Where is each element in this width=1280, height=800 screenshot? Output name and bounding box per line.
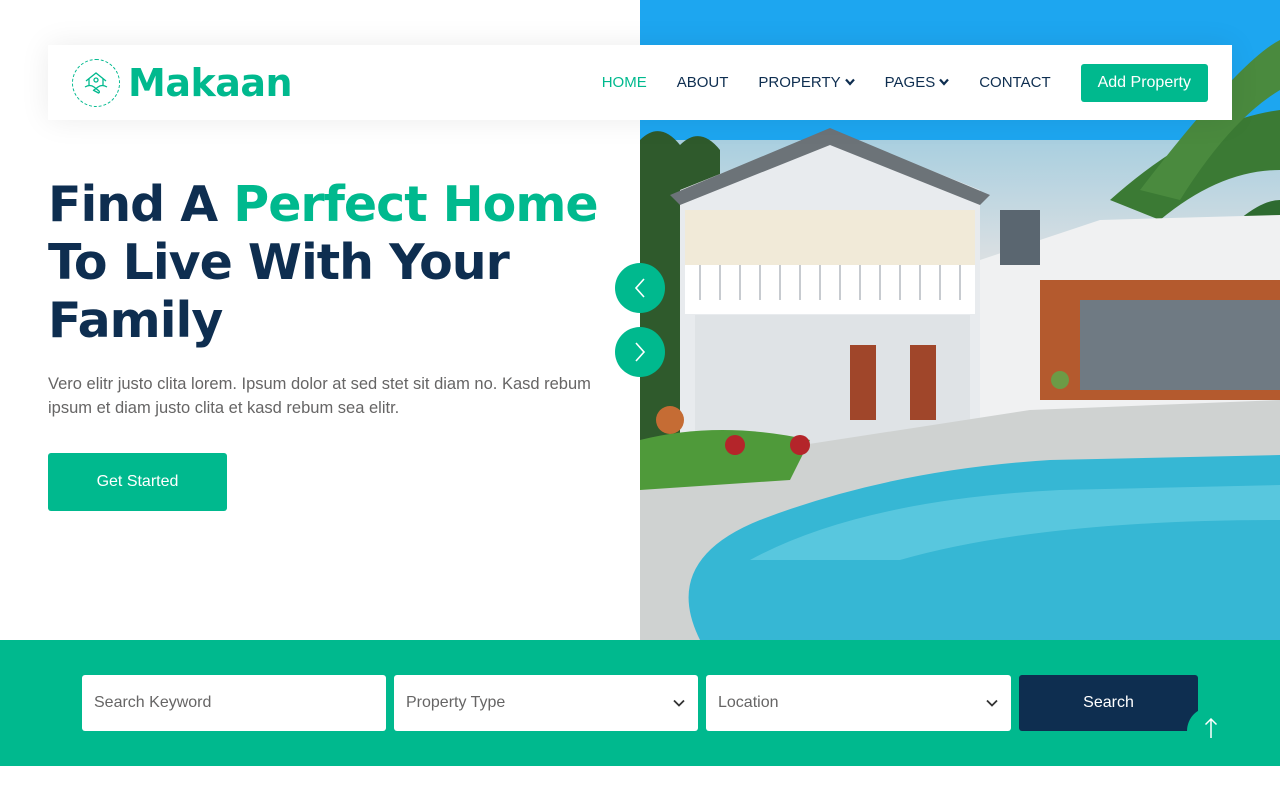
hero-description: Vero elitr justo clita lorem. Ipsum dolo…: [48, 375, 591, 417]
nav-pages-label: PAGES: [884, 74, 936, 91]
hero-title-part2: To Live With Your Family: [48, 234, 510, 349]
hero-title: Find A Perfect Home To Live With Your Fa…: [48, 176, 608, 350]
chevron-right-icon: [635, 342, 646, 362]
chevron-down-icon: [986, 699, 998, 707]
location-select[interactable]: Location: [706, 675, 1011, 731]
carousel-prev-button[interactable]: [615, 263, 665, 313]
search-keyword-input[interactable]: [94, 694, 374, 712]
arrow-up-icon: [1204, 717, 1218, 738]
hero-title-part1: Find A: [48, 176, 234, 233]
nav-contact[interactable]: CONTACT: [979, 74, 1050, 91]
nav-pages-dropdown[interactable]: PAGES: [885, 74, 950, 91]
nav-about[interactable]: ABOUT: [677, 74, 729, 91]
carousel-next-button[interactable]: [615, 327, 665, 377]
nav-property-dropdown[interactable]: PROPERTY: [758, 74, 855, 91]
property-type-select[interactable]: Property Type: [394, 675, 698, 731]
nav-links: HOME ABOUT PROPERTY PAGES CONTACT Add Pr…: [602, 63, 1208, 102]
navbar: Makaan HOME ABOUT PROPERTY PAGES CONTACT…: [48, 45, 1232, 120]
search-button[interactable]: Search: [1019, 675, 1198, 731]
brand-name: Makaan: [128, 60, 293, 105]
back-to-top-button[interactable]: [1187, 707, 1235, 755]
house-handshake-icon: [72, 58, 120, 107]
search-keyword-field[interactable]: [82, 675, 386, 731]
hero-title-accent: Perfect Home: [233, 176, 598, 233]
location-label: Location: [718, 694, 779, 711]
nav-home-label: HOME: [601, 74, 647, 91]
add-property-button[interactable]: Add Property: [1080, 63, 1208, 102]
nav-contact-label: CONTACT: [979, 74, 1051, 91]
property-type-label: Property Type: [406, 694, 506, 711]
get-started-button[interactable]: Get Started: [48, 453, 227, 511]
nav-home[interactable]: HOME: [602, 74, 647, 91]
nav-property-label: PROPERTY: [758, 74, 841, 91]
chevron-down-icon: [673, 699, 685, 707]
brand-logo[interactable]: Makaan: [72, 58, 293, 107]
chevron-down-icon: [844, 78, 855, 89]
nav-about-label: ABOUT: [676, 74, 729, 91]
chevron-left-icon: [634, 278, 645, 298]
chevron-down-icon: [939, 78, 950, 89]
